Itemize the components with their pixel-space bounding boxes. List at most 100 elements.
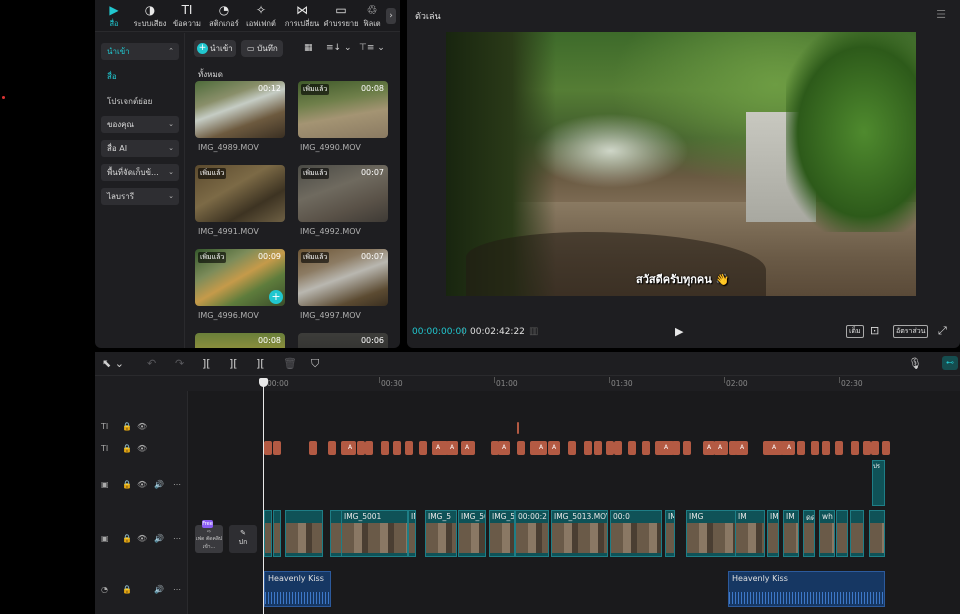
video-clip[interactable] <box>850 510 864 557</box>
text-clip[interactable] <box>811 441 819 455</box>
video-clip[interactable] <box>836 510 848 557</box>
sidebar-item-library[interactable]: ไลบรารี ⌄ <box>101 188 179 205</box>
text-clip[interactable]: A <box>736 441 748 455</box>
redo-icon[interactable]: ↷ <box>175 357 184 370</box>
text-clip[interactable] <box>309 441 317 455</box>
text-clip[interactable] <box>672 441 680 455</box>
sort-icon[interactable]: ≡↓ ⌄ <box>326 40 351 57</box>
text-clip[interactable] <box>365 441 373 455</box>
lock-icon[interactable]: 🔒 <box>122 444 132 453</box>
text-clip[interactable] <box>863 441 871 455</box>
more-icon[interactable]: ⋯ <box>173 480 181 489</box>
split-icon[interactable]: ][ <box>202 357 211 370</box>
sidebar-item-import[interactable]: นำเข้า ⌃ <box>101 43 179 60</box>
text-clip[interactable]: A <box>535 441 547 455</box>
video-clip[interactable]: IMG_5011.MOV <box>489 510 515 557</box>
video-clip[interactable]: wh <box>819 510 835 557</box>
import-button[interactable]: + นำเข้า <box>194 40 236 57</box>
text-clip[interactable] <box>797 441 805 455</box>
audio-clip[interactable]: Heavenly Kiss <box>264 571 331 607</box>
text-clip[interactable] <box>835 441 843 455</box>
text-clip[interactable] <box>882 441 890 455</box>
playhead[interactable] <box>263 378 264 614</box>
video-clip[interactable] <box>273 510 281 557</box>
microphone-icon[interactable]: 🎙 <box>908 357 922 370</box>
text-clip[interactable] <box>606 441 614 455</box>
video-clip[interactable]: IMG <box>767 510 779 557</box>
sidebar-item-media[interactable]: สื่อ <box>107 70 117 83</box>
eye-icon[interactable]: 👁 <box>137 444 147 453</box>
text-clip[interactable] <box>568 441 576 455</box>
fullscreen-icon[interactable]: ⤢ <box>938 324 947 338</box>
text-clip[interactable]: A <box>432 441 444 455</box>
text-clip[interactable] <box>594 441 602 455</box>
sidebar-item-space[interactable]: พื้นที่จัดเก็บข้... ⌄ <box>101 164 179 181</box>
media-clip-thumbnail[interactable]: เพิ่มแล้ว <box>195 165 285 222</box>
text-clip[interactable] <box>273 441 281 455</box>
eye-icon[interactable]: 👁 <box>137 422 147 431</box>
overlay-video-clip[interactable]: ปร <box>872 460 885 506</box>
media-clip-thumbnail[interactable]: 00:08 <box>195 333 285 348</box>
tab-text[interactable]: TI ข้อความ <box>168 2 206 30</box>
text-clip[interactable] <box>614 441 622 455</box>
media-clip-thumbnail[interactable]: เพิ่มแล้ว 00:09 + <box>195 249 285 306</box>
media-clip-thumbnail[interactable]: เพิ่มแล้ว 00:08 <box>298 81 388 138</box>
video-clip[interactable]: IMG_5001 <box>341 510 408 557</box>
trim-left-icon[interactable]: ][ <box>229 357 238 370</box>
record-button[interactable]: ▭ บันทึก <box>241 40 283 57</box>
media-clip-thumbnail[interactable]: 00:06 <box>298 333 388 348</box>
select-cursor-icon[interactable]: ⬉ ⌄ <box>102 357 124 370</box>
tab-audio[interactable]: ◑ ระบบเสียง <box>131 2 169 30</box>
video-clip[interactable]: 00:0 <box>610 510 662 557</box>
text-clip[interactable] <box>851 441 859 455</box>
video-clip[interactable]: IMG_5011.MOV <box>458 510 486 557</box>
more-icon[interactable]: ⋯ <box>173 585 181 594</box>
video-clip[interactable]: IM <box>735 510 765 557</box>
video-preview[interactable]: สวัสดีครับทุกคน 👋 <box>446 32 916 296</box>
sidebar-item-ai-media[interactable]: สื่อ AI ⌄ <box>101 140 179 157</box>
link-toggle-icon[interactable]: ⊷ <box>942 356 958 370</box>
shield-icon[interactable]: ⛉ <box>311 357 319 371</box>
text-clip[interactable] <box>517 441 525 455</box>
video-clip[interactable]: 00:00:2 <box>515 510 549 557</box>
grid-view-icon[interactable]: ▦ <box>304 40 313 57</box>
lock-icon[interactable]: 🔒 <box>122 585 132 594</box>
video-clip[interactable]: IMG_5 <box>425 510 457 557</box>
text-clip[interactable]: A <box>714 441 726 455</box>
video-clip[interactable]: IMG_5013.MOV <box>551 510 608 557</box>
video-clip[interactable]: IMG_50 <box>665 510 675 557</box>
audio-clip[interactable]: Heavenly Kiss <box>728 571 885 607</box>
sidebar-item-yours[interactable]: ของคุณ ⌄ <box>101 116 179 133</box>
timecode-grid-icon[interactable]: ▥ <box>529 326 538 337</box>
text-clip[interactable] <box>517 422 519 434</box>
timeline-ruler[interactable]: 00:00 00:30 01:00 01:30 02:00 02:30 <box>263 377 960 391</box>
text-clip[interactable]: A <box>660 441 672 455</box>
text-clip[interactable]: A <box>461 441 473 455</box>
play-icon[interactable]: ▶ <box>675 325 683 338</box>
text-clip[interactable] <box>683 441 691 455</box>
text-clip[interactable] <box>381 441 389 455</box>
tab-filters[interactable]: ♲ ฟิลเต <box>360 2 384 30</box>
text-clip[interactable] <box>357 441 365 455</box>
volume-icon[interactable]: 🔊 <box>154 480 164 489</box>
aspect-ratio-button[interactable]: อัตราส่วน <box>893 325 929 338</box>
tab-stickers[interactable]: ◔ สติกเกอร์ <box>205 2 243 30</box>
effect-card[interactable]: ⇨ เฟด ตัดคลิปเข้า... <box>195 525 223 553</box>
playhead-handle[interactable] <box>259 378 268 387</box>
text-clip[interactable] <box>871 441 879 455</box>
eye-icon[interactable]: 👁 <box>137 480 147 489</box>
media-clip-thumbnail[interactable]: เพิ่มแล้ว 00:07 <box>298 165 388 222</box>
tabs-scroll-right-icon[interactable]: › <box>386 8 396 24</box>
delete-icon[interactable]: 🗑 <box>283 357 297 370</box>
tab-media[interactable]: ▶ สื่อ <box>95 2 133 30</box>
text-clip[interactable]: A <box>783 441 795 455</box>
text-clip[interactable] <box>264 441 272 455</box>
text-clip[interactable]: A <box>768 441 780 455</box>
volume-icon[interactable]: 🔊 <box>154 534 164 543</box>
video-clip[interactable] <box>285 510 323 557</box>
menu-icon[interactable]: ☰ <box>936 8 946 21</box>
video-clip[interactable] <box>264 510 272 557</box>
video-clip[interactable] <box>869 510 885 557</box>
text-clip[interactable] <box>584 441 592 455</box>
eye-icon[interactable]: 👁 <box>137 534 147 543</box>
